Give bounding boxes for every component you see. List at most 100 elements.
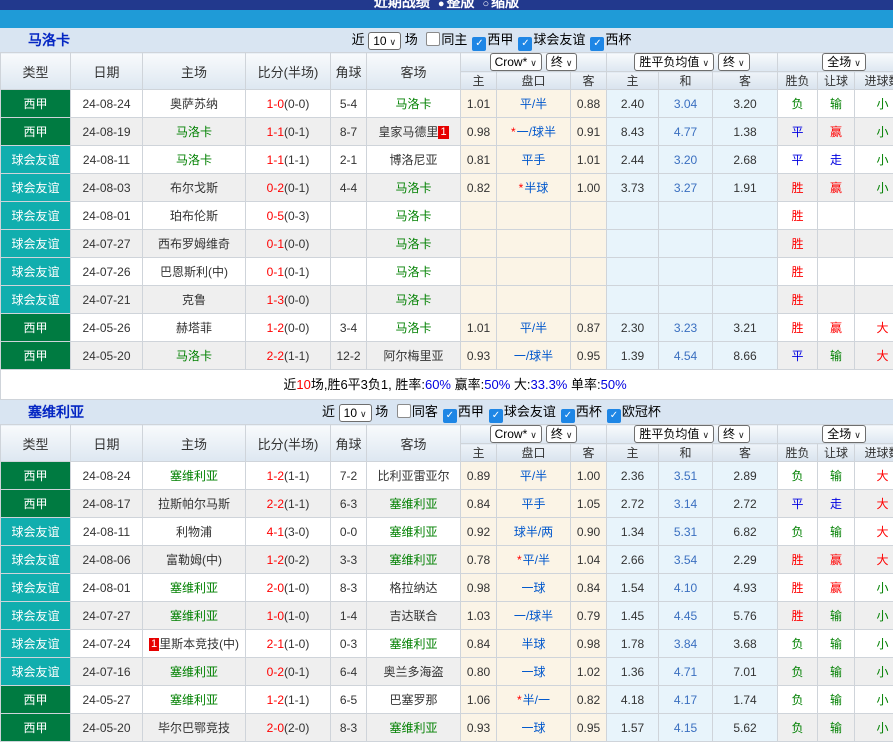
avg-lose: 2.72 <box>713 490 778 518</box>
odds-home: 0.84 <box>461 630 497 658</box>
odds-home: 0.93 <box>461 342 497 370</box>
column-header: 主场 <box>143 425 246 462</box>
score: 0-1(0-0) <box>246 230 331 258</box>
avg-win: 2.40 <box>607 90 659 118</box>
match-count-select[interactable]: 10∨ <box>339 404 372 422</box>
table-row: 球会友谊 24-08-03 布尔戈斯 0-2(0-1) 4-4 马洛卡 0.82… <box>1 174 893 202</box>
league-checkbox[interactable]: ✓ <box>607 409 621 423</box>
league-checkbox-label[interactable]: 西甲 <box>487 32 513 47</box>
column-header: 主场 <box>143 53 246 90</box>
scope-select[interactable]: 全场∨ <box>822 53 866 71</box>
same-venue-label[interactable]: 同客 <box>412 404 438 419</box>
result-handicap: 走 <box>818 490 855 518</box>
match-history-table: 类型日期主场比分(半场)角球客场Crow*∨终∨胜平负均值∨终∨全场∨主盘口客主… <box>0 424 893 742</box>
avg-odds-select[interactable]: 胜平负均值∨ <box>634 53 714 71</box>
avg-draw: 4.17 <box>659 686 713 714</box>
handicap-line <box>497 286 571 314</box>
odds-home <box>461 258 497 286</box>
result-handicap: 赢 <box>818 174 855 202</box>
result-group-header: 全场∨ <box>778 53 893 72</box>
avg-final-select[interactable]: 终∨ <box>718 425 750 443</box>
league-checkbox[interactable]: ✓ <box>472 37 486 51</box>
result-wdl: 胜 <box>778 546 818 574</box>
avg-win: 1.45 <box>607 602 659 630</box>
radio-label[interactable]: 缩版 <box>491 0 519 10</box>
league-type: 西甲 <box>1 118 71 146</box>
odds-final-select[interactable]: 终∨ <box>546 53 578 71</box>
table-row: 西甲 24-08-17 拉斯帕尔马斯 2-2(1-1) 6-3 塞维利亚 0.8… <box>1 490 893 518</box>
result-goals: 大 <box>855 546 893 574</box>
avg-draw: 3.27 <box>659 174 713 202</box>
corner-score: 2-1 <box>331 146 367 174</box>
result-wdl: 负 <box>778 658 818 686</box>
same-venue-checkbox[interactable] <box>426 32 440 46</box>
avg-lose: 6.82 <box>713 518 778 546</box>
home-team: 布尔戈斯 <box>143 174 246 202</box>
avg-lose: 1.74 <box>713 686 778 714</box>
column-header: 比分(半场) <box>246 53 331 90</box>
sub-column-header: 胜负 <box>778 444 818 462</box>
column-header: 比分(半场) <box>246 425 331 462</box>
league-checkbox[interactable]: ✓ <box>518 37 532 51</box>
sub-column-header: 盘口 <box>497 72 571 90</box>
avg-lose: 3.20 <box>713 90 778 118</box>
radio-unselected-icon[interactable]: ○ <box>483 0 490 10</box>
avg-win: 1.57 <box>607 714 659 742</box>
league-checkbox-label[interactable]: 欧冠杯 <box>622 404 661 419</box>
match-count-select[interactable]: 10∨ <box>368 32 401 50</box>
league-checkbox[interactable]: ✓ <box>489 409 503 423</box>
bookmaker-select[interactable]: Crow*∨ <box>490 53 542 71</box>
avg-win: 4.18 <box>607 686 659 714</box>
avg-win: 2.44 <box>607 146 659 174</box>
avg-win: 2.36 <box>607 462 659 490</box>
league-checkbox-label[interactable]: 西杯 <box>576 404 602 419</box>
league-checkbox[interactable]: ✓ <box>443 409 457 423</box>
red-card-badge: 1 <box>149 638 159 651</box>
radio-selected-icon[interactable]: ● <box>438 0 445 10</box>
team-link: 克鲁 <box>182 293 206 307</box>
odds-away: 1.05 <box>571 490 607 518</box>
match-date: 24-07-24 <box>71 630 143 658</box>
avg-odds-select[interactable]: 胜平负均值∨ <box>634 425 714 443</box>
team-link: 吉达联合 <box>389 609 437 623</box>
result-goals: 小 <box>855 602 893 630</box>
league-type: 球会友谊 <box>1 630 71 658</box>
avg-final-select[interactable]: 终∨ <box>718 53 750 71</box>
result-handicap <box>818 258 855 286</box>
same-venue-checkbox[interactable] <box>397 404 411 418</box>
bookmaker-select[interactable]: Crow*∨ <box>490 425 542 443</box>
team-link: 马洛卡 <box>395 209 431 223</box>
odds-home: 1.06 <box>461 686 497 714</box>
avg-draw: 4.71 <box>659 658 713 686</box>
radio-label[interactable]: 整版 <box>447 0 475 10</box>
score: 1-2(1-1) <box>246 686 331 714</box>
scope-select[interactable]: 全场∨ <box>822 425 866 443</box>
avg-draw: 4.77 <box>659 118 713 146</box>
corner-score <box>331 258 367 286</box>
odds-final-select[interactable]: 终∨ <box>546 425 578 443</box>
result-goals: 小 <box>855 714 893 742</box>
match-date: 24-07-16 <box>71 658 143 686</box>
away-team: 比利亚雷亚尔 <box>367 462 461 490</box>
league-checkbox-label[interactable]: 西杯 <box>605 32 631 47</box>
league-checkbox-label[interactable]: 西甲 <box>458 404 484 419</box>
team-link: 奥兰多海盗 <box>383 665 443 679</box>
match-date: 24-07-27 <box>71 230 143 258</box>
league-checkbox-label[interactable]: 球会友谊 <box>504 404 556 419</box>
league-checkbox[interactable]: ✓ <box>590 37 604 51</box>
odds-home: 1.03 <box>461 602 497 630</box>
league-type: 球会友谊 <box>1 658 71 686</box>
avg-lose: 5.62 <box>713 714 778 742</box>
team-link: 马洛卡 <box>395 321 431 335</box>
result-wdl: 胜 <box>778 314 818 342</box>
odds-away: 1.00 <box>571 174 607 202</box>
away-team: 马洛卡 <box>367 230 461 258</box>
same-venue-label[interactable]: 同主 <box>441 32 467 47</box>
team-link: 马洛卡 <box>395 237 431 251</box>
league-checkbox-label[interactable]: 球会友谊 <box>533 32 585 47</box>
league-checkbox[interactable]: ✓ <box>561 409 575 423</box>
odds-away: 0.84 <box>571 574 607 602</box>
match-date: 24-08-03 <box>71 174 143 202</box>
handicap-line: *平/半 <box>497 546 571 574</box>
handicap-line: 平手 <box>497 146 571 174</box>
